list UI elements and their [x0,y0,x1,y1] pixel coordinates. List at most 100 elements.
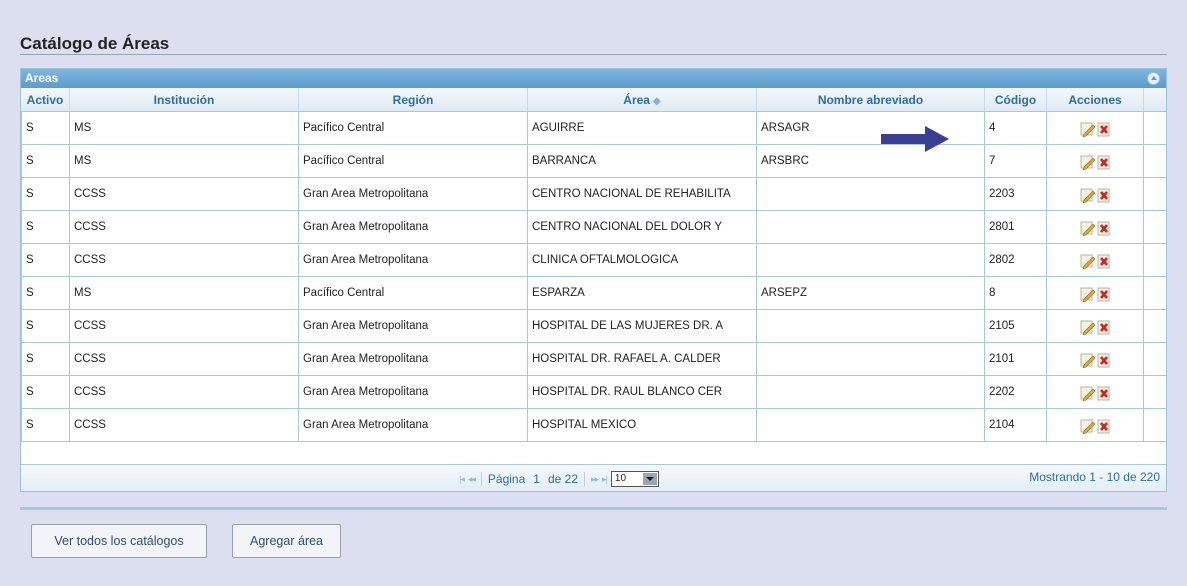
delete-document-icon[interactable] [1097,386,1111,400]
delete-document-icon[interactable] [1097,122,1111,136]
cell-institucion: CCSS [70,244,299,276]
cell-codigo: 2101 [985,343,1047,375]
cell-area: HOSPITAL DR. RAFAEL A. CALDER [528,343,757,375]
pencil-edit-icon[interactable] [1080,122,1095,137]
cell-acciones [1047,376,1144,408]
cell-codigo: 2105 [985,310,1047,342]
cell-activo: S [21,409,70,441]
pencil-edit-icon[interactable] [1080,320,1095,335]
column-header-codigo[interactable]: Código [985,88,1047,111]
grid-body: S MS Pacífico Central AGUIRRE ARSAGR 4 S MS Pací… [21,112,1166,442]
page-title: Catálogo de Áreas [20,34,170,53]
column-header-institucion[interactable]: Institución [70,88,299,111]
cell-region: Gran Area Metropolitana [299,343,528,375]
cell-codigo: 2203 [985,178,1047,210]
grid-pager: |◂ ◂◂ Página 1 de 22 ▸▸ ▸| 10 Mostrando … [21,464,1166,491]
rows-per-page-select[interactable]: 10 [610,471,659,487]
delete-document-icon[interactable] [1097,254,1111,268]
cell-activo: S [21,310,70,342]
cell-acciones [1047,409,1144,441]
table-row[interactable]: S CCSS Gran Area Metropolitana HOSPITAL DR.… [21,343,1166,376]
table-row[interactable]: S CCSS Gran Area Metropolitana CENTRO NACIO… [21,211,1166,244]
cell-codigo: 8 [985,277,1047,309]
cell-institucion: MS [70,145,299,177]
column-header-nombre-abreviado[interactable]: Nombre abreviado [757,88,985,111]
cell-area: CLINICA OFTALMOLOGICA [528,244,757,276]
table-row[interactable]: S CCSS Gran Area Metropolitana HOSPITAL DE … [21,310,1166,343]
rows-per-page-value: 10 [614,473,627,484]
pencil-edit-icon[interactable] [1080,287,1095,302]
column-header-region[interactable]: Región [299,88,528,111]
cell-region: Pacífico Central [299,277,528,309]
delete-document-icon[interactable] [1097,419,1111,433]
table-row[interactable]: S CCSS Gran Area Metropolitana HOSPITAL DR.… [21,376,1166,409]
cell-region: Gran Area Metropolitana [299,178,528,210]
areas-grid: Areas Activo Institución Región Área ◆ No… [20,68,1167,492]
pencil-edit-icon[interactable] [1080,353,1095,368]
view-all-catalogs-button[interactable]: Ver todos los catálogos [31,524,207,558]
cell-activo: S [21,343,70,375]
cell-acciones [1047,178,1144,210]
pager-separator [584,472,585,486]
delete-document-icon[interactable] [1097,188,1111,202]
first-page-icon[interactable]: |◂ [459,474,465,485]
pencil-edit-icon[interactable] [1080,419,1095,434]
cell-activo: S [21,211,70,243]
delete-document-icon[interactable] [1097,287,1111,301]
cell-acciones [1047,244,1144,276]
cell-abreviado [757,409,985,441]
page-label: Página [487,472,526,486]
table-row[interactable]: S MS Pacífico Central BARRANCA ARSBRC 7 [21,145,1166,178]
right-arrow-icon [881,126,949,152]
cell-area: AGUIRRE [528,112,757,144]
table-row[interactable]: S MS Pacífico Central AGUIRRE ARSAGR 4 [21,112,1166,145]
delete-document-icon[interactable] [1097,353,1111,367]
cell-area: CENTRO NACIONAL DEL DOLOR Y [528,211,757,243]
add-area-button[interactable]: Agregar área [232,524,341,558]
cell-activo: S [21,376,70,408]
cell-acciones [1047,310,1144,342]
next-page-icon[interactable]: ▸▸ [591,474,599,485]
cell-acciones [1047,112,1144,144]
pencil-edit-icon[interactable] [1080,188,1095,203]
cell-region: Gran Area Metropolitana [299,409,528,441]
column-header-acciones: Acciones [1047,88,1144,111]
table-row[interactable]: S MS Pacífico Central ESPARZA ARSEPZ 8 [21,277,1166,310]
column-header-area[interactable]: Área ◆ [528,88,757,111]
pencil-edit-icon[interactable] [1080,254,1095,269]
cell-area: CENTRO NACIONAL DE REHABILITA [528,178,757,210]
page-input[interactable]: 1 [529,472,544,486]
cell-abreviado [757,178,985,210]
pencil-edit-icon[interactable] [1080,155,1095,170]
record-count-info: Mostrando 1 - 10 de 220 [1029,470,1160,484]
table-row[interactable]: S CCSS Gran Area Metropolitana HOSPITAL MEX… [21,409,1166,442]
page-total-label: de 22 [547,472,578,486]
cell-acciones [1047,211,1144,243]
cell-institucion: MS [70,277,299,309]
title-divider [20,54,1167,55]
delete-document-icon[interactable] [1097,221,1111,235]
cell-region: Gran Area Metropolitana [299,211,528,243]
column-header-activo[interactable]: Activo [21,88,70,111]
cell-region: Gran Area Metropolitana [299,310,528,342]
cell-region: Gran Area Metropolitana [299,244,528,276]
prev-page-icon[interactable]: ◂◂ [468,474,476,485]
grid-caption: Areas [21,69,1166,88]
table-row[interactable]: S CCSS Gran Area Metropolitana CLINICA OFTA… [21,244,1166,277]
table-row[interactable]: S CCSS Gran Area Metropolitana CENTRO NACIO… [21,178,1166,211]
cell-area: ESPARZA [528,277,757,309]
cell-codigo: 2801 [985,211,1047,243]
sort-icon: ◆ [652,96,661,107]
delete-document-icon[interactable] [1097,155,1111,169]
pencil-edit-icon[interactable] [1080,386,1095,401]
cell-activo: S [21,145,70,177]
cell-institucion: MS [70,112,299,144]
delete-document-icon[interactable] [1097,320,1111,334]
cell-institucion: CCSS [70,178,299,210]
last-page-icon[interactable]: ▸| [602,474,608,485]
cell-acciones [1047,145,1144,177]
cell-codigo: 2202 [985,376,1047,408]
pencil-edit-icon[interactable] [1080,221,1095,236]
collapse-icon[interactable] [1147,72,1160,85]
cell-activo: S [21,244,70,276]
